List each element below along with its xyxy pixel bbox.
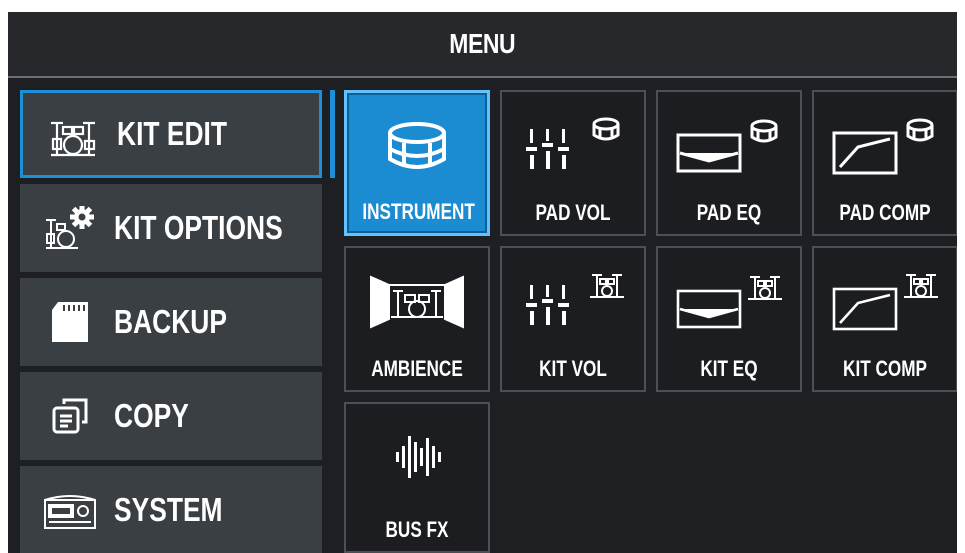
faders-kit-icon: [502, 256, 644, 346]
menu-screen: MENU KIT EDIT KIT OPTIONS BACKUP COPY SY…: [8, 12, 957, 553]
tile-pad-vol[interactable]: PAD VOL: [500, 90, 646, 236]
drum-kit-icon: [43, 107, 103, 167]
tile-bus-fx[interactable]: BUS FX: [344, 402, 490, 553]
tile-label: AMBIENCE: [371, 356, 463, 381]
tile-ambience[interactable]: AMBIENCE: [344, 246, 490, 392]
tile-pad-comp[interactable]: PAD COMP: [812, 90, 957, 236]
sidebar-item-kit-edit[interactable]: KIT EDIT: [20, 90, 322, 178]
sidebar-item-label: KIT EDIT: [117, 115, 227, 152]
tile-label: KIT VOL: [539, 356, 607, 381]
snare-drum-icon: [347, 101, 487, 191]
menu-header: MENU: [8, 12, 957, 78]
sidebar-item-system[interactable]: SYSTEM: [20, 466, 322, 553]
tile-instrument[interactable]: INSTRUMENT: [344, 90, 490, 236]
sidebar-item-label: BACKUP: [114, 303, 227, 340]
sd-card-icon: [40, 292, 100, 352]
module-device-icon: [40, 480, 100, 540]
tile-label: KIT EQ: [700, 356, 758, 381]
sidebar-item-backup[interactable]: BACKUP: [20, 278, 322, 366]
tile-kit-vol[interactable]: KIT VOL: [500, 246, 646, 392]
tile-label: BUS FX: [385, 517, 449, 542]
sidebar-item-label: SYSTEM: [114, 491, 223, 528]
tile-label: KIT COMP: [843, 356, 927, 381]
eq-curve-kit-icon: [658, 256, 800, 346]
sidebar-item-kit-options[interactable]: KIT OPTIONS: [20, 184, 322, 272]
drum-kit-gear-icon: [40, 198, 100, 258]
page-title: MENU: [449, 28, 516, 59]
compressor-curve-kit-icon: [814, 256, 956, 346]
faders-drum-icon: [502, 100, 644, 190]
tile-kit-comp[interactable]: KIT COMP: [812, 246, 957, 392]
sidebar-item-label: KIT OPTIONS: [114, 209, 283, 246]
tile-label: PAD VOL: [535, 200, 611, 225]
sidebar-item-copy[interactable]: COPY: [20, 372, 322, 460]
tile-label: INSTRUMENT: [362, 199, 475, 224]
compressor-curve-drum-icon: [814, 100, 956, 190]
sidebar-scroll-indicator: [330, 90, 335, 178]
room-kit-icon: [346, 256, 488, 346]
tile-kit-eq[interactable]: KIT EQ: [656, 246, 802, 392]
sidebar-item-label: COPY: [114, 397, 189, 434]
tile-pad-eq[interactable]: PAD EQ: [656, 90, 802, 236]
tile-label: PAD EQ: [696, 200, 762, 225]
eq-curve-drum-icon: [658, 100, 800, 190]
waveform-icon: [346, 412, 488, 502]
tile-label: PAD COMP: [839, 200, 931, 225]
sidebar: KIT EDIT KIT OPTIONS BACKUP COPY SYSTEM: [20, 90, 335, 553]
copy-icon: [40, 386, 100, 446]
